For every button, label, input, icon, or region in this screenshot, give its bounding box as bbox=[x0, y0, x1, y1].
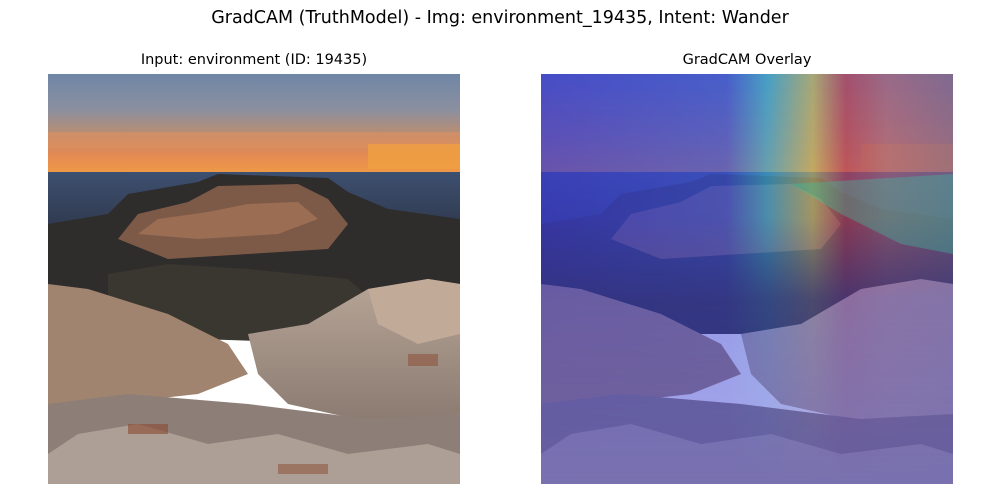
input-panel-title: Input: environment (ID: 19435) bbox=[140, 52, 368, 68]
figure-title: GradCAM (TruthModel) - Img: environment_… bbox=[211, 8, 789, 28]
gradcam-panel: GradCAM Overlay bbox=[541, 50, 953, 490]
input-image bbox=[48, 74, 460, 484]
gradcam-panel-title: GradCAM Overlay bbox=[682, 52, 812, 68]
input-panel: Input: environment (ID: 19435) bbox=[48, 50, 460, 490]
gradcam-overlay-image bbox=[541, 74, 953, 484]
